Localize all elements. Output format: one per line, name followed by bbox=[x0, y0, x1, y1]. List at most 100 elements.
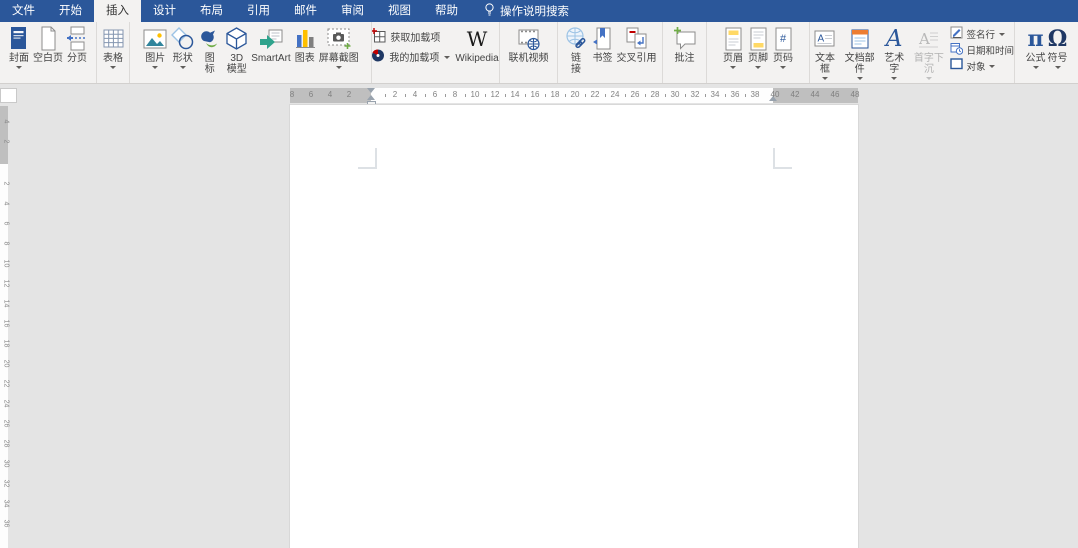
equation-button[interactable]: π 公式 bbox=[1025, 24, 1047, 69]
online-video-icon bbox=[516, 24, 542, 53]
text-box-icon: A bbox=[812, 24, 837, 53]
cover-page-icon bbox=[7, 24, 31, 53]
group-tables: 表格 bbox=[97, 22, 130, 83]
cross-reference-button[interactable]: 交叉引用 bbox=[616, 24, 658, 64]
tab-design[interactable]: 设计 bbox=[141, 0, 188, 22]
screenshot-camera-icon bbox=[326, 24, 352, 53]
ruler-tick bbox=[665, 94, 666, 97]
cover-page-button[interactable]: 封面 bbox=[6, 24, 32, 69]
tab-review[interactable]: 审阅 bbox=[329, 0, 376, 22]
object-icon bbox=[950, 58, 963, 73]
ruler-tick bbox=[605, 94, 606, 97]
hanging-indent-marker[interactable] bbox=[367, 95, 375, 100]
group-symbols: π 公式 Ω 符号 bbox=[1015, 22, 1078, 83]
group-pages: 封面 空白页 分页 bbox=[0, 22, 97, 83]
ruler-number: 12 bbox=[491, 88, 500, 102]
ruler-number: 40 bbox=[771, 88, 780, 102]
ruler-number: 6 bbox=[309, 88, 313, 102]
quick-parts-icon bbox=[848, 24, 872, 53]
bookmark-button[interactable]: 书签 bbox=[590, 24, 616, 64]
first-line-indent-marker[interactable] bbox=[367, 88, 375, 93]
smartart-icon bbox=[258, 24, 284, 53]
tab-help[interactable]: 帮助 bbox=[423, 0, 470, 22]
ruler-tick bbox=[405, 94, 406, 97]
online-video-button[interactable]: 联机视频 bbox=[508, 24, 550, 64]
ruler-number: 36 bbox=[3, 518, 10, 530]
screenshot-button[interactable]: 屏幕截图 bbox=[318, 24, 360, 69]
group-text: A 文本框 文档部件 A 艺术字 bbox=[810, 22, 1015, 83]
date-time-icon bbox=[950, 42, 963, 58]
chevron-down-icon bbox=[1033, 66, 1039, 69]
tab-insert[interactable]: 插入 bbox=[94, 0, 141, 22]
svg-text:A: A bbox=[918, 30, 930, 48]
signature-line-button[interactable]: 签名行 bbox=[950, 27, 1014, 40]
comment-button[interactable]: 批注 bbox=[671, 24, 699, 64]
symbol-omega-icon: Ω bbox=[1048, 24, 1068, 53]
pictures-button[interactable]: 图片 bbox=[141, 24, 169, 69]
ruler-tick bbox=[685, 94, 686, 97]
ruler-number: 8 bbox=[290, 88, 294, 102]
ruler-number: 36 bbox=[731, 88, 740, 102]
ruler-tick bbox=[585, 94, 586, 97]
document-page[interactable] bbox=[290, 105, 858, 548]
tab-home[interactable]: 开始 bbox=[47, 0, 94, 22]
header-icon bbox=[722, 24, 745, 53]
ruler-number: 16 bbox=[3, 318, 10, 330]
header-button[interactable]: 页眉 bbox=[721, 24, 746, 69]
tab-file[interactable]: 文件 bbox=[0, 0, 47, 22]
ruler-number: 20 bbox=[571, 88, 580, 102]
smartart-button[interactable]: SmartArt bbox=[250, 24, 291, 64]
my-add-ins-button[interactable]: 我的加载项 bbox=[372, 49, 450, 64]
text-box-button[interactable]: A 文本框 bbox=[810, 24, 840, 80]
symbol-button[interactable]: Ω 符号 bbox=[1047, 24, 1069, 69]
chevron-down-icon bbox=[444, 56, 450, 59]
ruler-tick bbox=[705, 94, 706, 97]
ruler-number: 26 bbox=[3, 418, 10, 430]
chart-button[interactable]: 图表 bbox=[292, 24, 318, 64]
wikipedia-button[interactable]: W Wikipedia bbox=[454, 24, 499, 64]
vertical-ruler[interactable]: 4224681012141618202224262830323436 bbox=[0, 106, 8, 548]
object-button[interactable]: 对象 bbox=[950, 59, 1014, 72]
ruler-number: 8 bbox=[453, 88, 457, 102]
page-number-button[interactable]: # 页码 bbox=[771, 24, 796, 69]
ruler-number: 2 bbox=[3, 178, 10, 190]
link-button[interactable]: 链 接 bbox=[563, 24, 590, 75]
footer-button[interactable]: 页脚 bbox=[746, 24, 771, 69]
ruler-number: 44 bbox=[811, 88, 820, 102]
quick-parts-button[interactable]: 文档部件 bbox=[840, 24, 879, 80]
tell-me-search[interactable]: 操作说明搜索 bbox=[484, 0, 569, 22]
chevron-down-icon bbox=[730, 66, 736, 69]
ruler-tick bbox=[545, 94, 546, 97]
shapes-button[interactable]: 形状 bbox=[169, 24, 196, 69]
ruler-tick bbox=[385, 94, 386, 97]
ribbon-tab-bar: 文件 开始 插入 设计 布局 引用 邮件 审阅 视图 帮助 操作说明搜索 bbox=[0, 0, 1078, 22]
tab-mailings[interactable]: 邮件 bbox=[282, 0, 329, 22]
table-icon bbox=[101, 24, 126, 53]
tab-layout[interactable]: 布局 bbox=[188, 0, 235, 22]
blank-page-button[interactable]: 空白页 bbox=[32, 24, 64, 64]
ruler-number: 4 bbox=[3, 198, 10, 210]
ruler-number: 24 bbox=[3, 398, 10, 410]
tab-references[interactable]: 引用 bbox=[235, 0, 282, 22]
icons-button[interactable]: 图 标 bbox=[196, 24, 223, 75]
drop-cap-button[interactable]: A 首字下沉 bbox=[909, 24, 948, 80]
chevron-down-icon bbox=[822, 77, 828, 80]
get-add-ins-button[interactable]: 获取加载项 bbox=[372, 29, 450, 44]
ruler-number: 6 bbox=[433, 88, 437, 102]
table-button[interactable]: 表格 bbox=[100, 24, 127, 69]
drop-cap-icon: A bbox=[916, 24, 941, 53]
text-boundary-mark-top-left bbox=[358, 148, 377, 169]
comment-icon bbox=[672, 24, 698, 53]
ruler-number: 34 bbox=[711, 88, 720, 102]
wordart-button[interactable]: A 艺术字 bbox=[879, 24, 909, 80]
date-time-button[interactable]: 日期和时间 bbox=[950, 43, 1014, 56]
ruler-number: 18 bbox=[551, 88, 560, 102]
ruler-number: 18 bbox=[3, 338, 10, 350]
horizontal-ruler[interactable]: 8642246810121416182022242628303234363840… bbox=[290, 88, 858, 103]
wikipedia-icon: W bbox=[467, 24, 488, 53]
page-break-button[interactable]: 分页 bbox=[64, 24, 90, 64]
tab-view[interactable]: 视图 bbox=[376, 0, 423, 22]
ruler-tick bbox=[625, 94, 626, 97]
3d-model-icon bbox=[224, 24, 249, 53]
3d-models-button[interactable]: 3D 模型 bbox=[223, 24, 250, 75]
